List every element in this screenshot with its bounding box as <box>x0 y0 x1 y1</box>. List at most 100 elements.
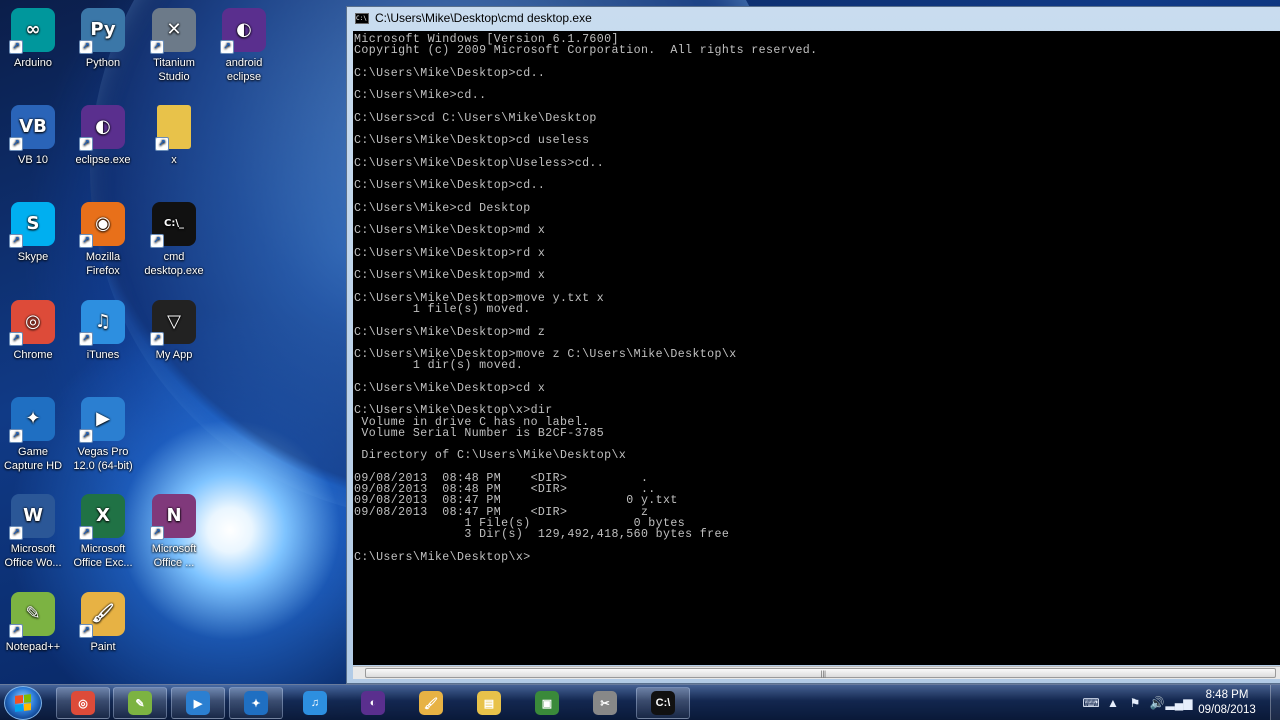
shortcut-arrow-icon: ↗ <box>9 429 23 443</box>
shortcut-arrow-icon: ↗ <box>9 332 23 346</box>
desktop-shortcut-vb[interactable]: VB ↗ VB 10 <box>0 105 68 167</box>
desktop-shortcut-arduino[interactable]: ∞ ↗ Arduino <box>0 8 68 70</box>
desktop-shortcut-label: Arduino <box>14 57 52 69</box>
keyboard-icon[interactable]: ⌨ <box>1080 693 1102 713</box>
shortcut-arrow-icon: ↗ <box>79 137 93 151</box>
desktop-shortcut-label: eclipse.exe <box>75 154 131 166</box>
desktop-shortcut-my-app[interactable]: ▽ ↗ My App <box>139 300 209 362</box>
shortcut-arrow-icon: ↗ <box>220 40 234 54</box>
cmd-window[interactable]: C:\ C:\Users\Mike\Desktop\cmd desktop.ex… <box>346 6 1280 684</box>
excel-icon: X ↗ <box>79 494 125 540</box>
taskbar-itunes-icon: ♫ <box>303 691 327 715</box>
console-line: C:\Users\Mike>cd Desktop <box>354 201 531 215</box>
desktop-shortcut-cmd[interactable]: C:\_ ↗ cmd desktop.exe <box>139 202 209 278</box>
desktop-shortcut-titanium-studio[interactable]: ✕ ↗ Titanium Studio <box>139 8 209 84</box>
shortcut-arrow-icon: ↗ <box>9 137 23 151</box>
desktop-shortcut-onenote[interactable]: N ↗ Microsoft Office ... <box>139 494 209 570</box>
clock-time: 8:48 PM <box>1205 689 1249 701</box>
desktop-shortcut-paint[interactable]: 🖌 ↗ Paint <box>68 592 138 654</box>
console-line: C:\Users\Mike>cd.. <box>354 89 487 103</box>
taskbar-game-capture-button[interactable]: ✦ <box>229 687 283 719</box>
taskbar-explorer-button[interactable]: ▤ <box>462 687 516 719</box>
console-line: C:\Users\Mike\Desktop\Useless>cd.. <box>354 156 605 170</box>
desktop-shortcut-skype[interactable]: S ↗ Skype <box>0 202 68 264</box>
console-line: Volume Serial Number is B2CF-3785 <box>354 426 605 440</box>
console-line: C:\Users\Mike\Desktop>cd x <box>354 381 546 395</box>
desktop-shortcut-chrome[interactable]: ◎ ↗ Chrome <box>0 300 68 362</box>
taskbar-cmd-button[interactable]: C:\ <box>636 687 690 719</box>
taskbar-eclipse-button[interactable]: ◐ <box>346 687 400 719</box>
console-line: 1 file(s) moved. <box>354 303 531 316</box>
desktop-shortcut-eclipse[interactable]: ◐ ↗ eclipse.exe <box>68 105 138 167</box>
game-capture-icon: ✦ ↗ <box>9 397 55 443</box>
desktop-shortcut-label: Mozilla Firefox <box>85 251 121 277</box>
shortcut-arrow-icon: ↗ <box>150 40 164 54</box>
desktop-shortcut-label: VB 10 <box>18 154 48 166</box>
taskbar-snipping-button[interactable]: ✂ <box>578 687 632 719</box>
cmd-window-title: C:\Users\Mike\Desktop\cmd desktop.exe <box>375 11 592 25</box>
console-line: C:\Users\Mike\Desktop>md x <box>354 269 546 283</box>
taskbar-itunes-button[interactable]: ♫ <box>288 687 342 719</box>
desktop-shortcut-game-capture[interactable]: ✦ ↗ Game Capture HD <box>0 397 68 473</box>
desktop-shortcut-label: Game Capture HD <box>3 446 63 472</box>
desktop-shortcut-label: Python <box>85 57 121 69</box>
eclipse-icon: ◐ ↗ <box>220 8 266 54</box>
desktop-shortcut-label: Microsoft Office ... <box>151 543 197 569</box>
taskbar-vegas-pro-icon: ▶ <box>186 691 210 715</box>
taskbar-cmd-icon: C:\ <box>651 691 675 715</box>
show-hidden-icons-icon[interactable]: ▲ <box>1102 693 1124 713</box>
shortcut-arrow-icon: ↗ <box>79 332 93 346</box>
console-line: C:\Users\Mike\Desktop\x>dir <box>354 404 553 418</box>
shortcut-arrow-icon: ↗ <box>79 40 93 54</box>
cmd-titlebar[interactable]: C:\ C:\Users\Mike\Desktop\cmd desktop.ex… <box>347 7 1280 29</box>
shortcut-arrow-icon: ↗ <box>9 526 23 540</box>
taskbar-clock[interactable]: 8:48 PM 09/08/2013 <box>1190 688 1264 718</box>
taskbar-chrome-button[interactable]: ◎ <box>56 687 110 719</box>
start-button[interactable] <box>4 686 42 720</box>
action-center-icon[interactable]: ⚑ <box>1124 693 1146 713</box>
desktop-shortcut-word[interactable]: W ↗ Microsoft Office Wo... <box>0 494 68 570</box>
taskbar-notepad-plus-plus-button[interactable]: ✎ <box>113 687 167 719</box>
desktop-shortcut-folder[interactable]: ↗ x <box>139 105 209 167</box>
desktop-shortcut-notepad-plus-plus[interactable]: ✎ ↗ Notepad++ <box>0 592 68 654</box>
console-line: C:\Users\Mike\Desktop>cd useless <box>354 134 590 148</box>
console-line: C:\Users\Mike\Desktop\x> <box>354 550 531 564</box>
console-line: C:\Users\Mike\Desktop>md x <box>354 224 546 238</box>
skype-icon: S ↗ <box>9 202 55 248</box>
desktop-shortcut-eclipse[interactable]: ◐ ↗ android eclipse <box>209 8 279 84</box>
shortcut-arrow-icon: ↗ <box>150 234 164 248</box>
desktop-shortcut-itunes[interactable]: ♫ ↗ iTunes <box>68 300 138 362</box>
console-line: C:\Users>cd C:\Users\Mike\Desktop <box>354 111 597 125</box>
desktop-shortcut-python[interactable]: Py ↗ Python <box>68 8 138 70</box>
cmd-horizontal-scrollbar[interactable]: ||| <box>353 666 1280 679</box>
desktop-shortcut-label: Titanium Studio <box>153 57 195 83</box>
system-tray: ⌨ ▲ ⚑ 🔊 ▂▄▆ 8:48 PM 09/08/2013 <box>1080 685 1280 720</box>
taskbar-app-button[interactable]: ▣ <box>520 687 574 719</box>
show-desktop-button[interactable] <box>1270 685 1280 720</box>
console-line: C:\Users\Mike\Desktop>cd.. <box>354 179 546 193</box>
desktop-shortcut-firefox[interactable]: ◉ ↗ Mozilla Firefox <box>68 202 138 278</box>
notepad-plus-plus-icon: ✎ ↗ <box>9 592 55 638</box>
desktop-shortcut-label: Skype <box>17 251 49 263</box>
itunes-icon: ♫ ↗ <box>79 300 125 346</box>
paint-icon: 🖌 ↗ <box>79 592 125 638</box>
taskbar: ◎ ✎ ▶ ✦ ♫ ◐ 🖌 ▤ ▣ ✂ C:\ ⌨ ▲ ⚑ 🔊 ▂▄▆ 8:48 PM 09/08/… <box>0 684 1280 720</box>
cmd-console-output[interactable]: Microsoft Windows [Version 6.1.7600] Copy… <box>353 31 1280 665</box>
taskbar-vegas-pro-button[interactable]: ▶ <box>171 687 225 719</box>
arduino-icon: ∞ ↗ <box>9 8 55 54</box>
network-icon[interactable]: ▂▄▆ <box>1166 693 1193 713</box>
taskbar-paint-icon: 🖌 <box>419 691 443 715</box>
shortcut-arrow-icon: ↗ <box>79 429 93 443</box>
python-icon: Py ↗ <box>79 8 125 54</box>
taskbar-paint-button[interactable]: 🖌 <box>404 687 458 719</box>
desktop-shortcut-excel[interactable]: X ↗ Microsoft Office Exc... <box>68 494 138 570</box>
desktop-shortcut-vegas-pro[interactable]: ▶ ↗ Vegas Pro 12.0 (64-bit) <box>68 397 138 473</box>
taskbar-notepad-plus-plus-icon: ✎ <box>128 691 152 715</box>
taskbar-app-icon: ▣ <box>535 691 559 715</box>
console-line: C:\Users\Mike\Desktop>cd.. <box>354 66 546 80</box>
shortcut-arrow-icon: ↗ <box>9 40 23 54</box>
console-line: C:\Users\Mike\Desktop>md z <box>354 325 546 339</box>
scrollbar-thumb[interactable]: ||| <box>365 668 1276 678</box>
